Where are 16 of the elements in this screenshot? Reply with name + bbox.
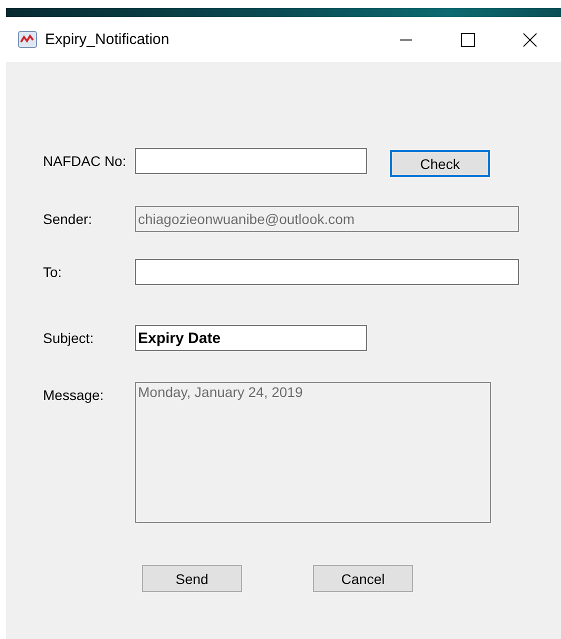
input-field[interactable]: Expiry Date	[135, 325, 367, 351]
field-label: To:	[43, 263, 63, 280]
input-field[interactable]	[135, 148, 367, 174]
field-label: Subject:	[43, 329, 95, 346]
field-label: Sender:	[43, 210, 94, 227]
maximize-icon[interactable]	[461, 32, 475, 46]
dialog-button[interactable]: Send	[142, 565, 242, 592]
minimize-icon[interactable]	[400, 38, 412, 40]
close-icon[interactable]	[523, 32, 537, 46]
check-button[interactable]: Check	[390, 150, 490, 177]
field-label: Message:	[43, 386, 105, 403]
input-field[interactable]	[135, 259, 519, 285]
window-title: Expiry_Notification	[45, 31, 170, 48]
field-label: NAFDAC No:	[43, 152, 128, 169]
chart-app-icon	[18, 31, 37, 48]
dialog-button[interactable]: Cancel	[313, 565, 413, 592]
